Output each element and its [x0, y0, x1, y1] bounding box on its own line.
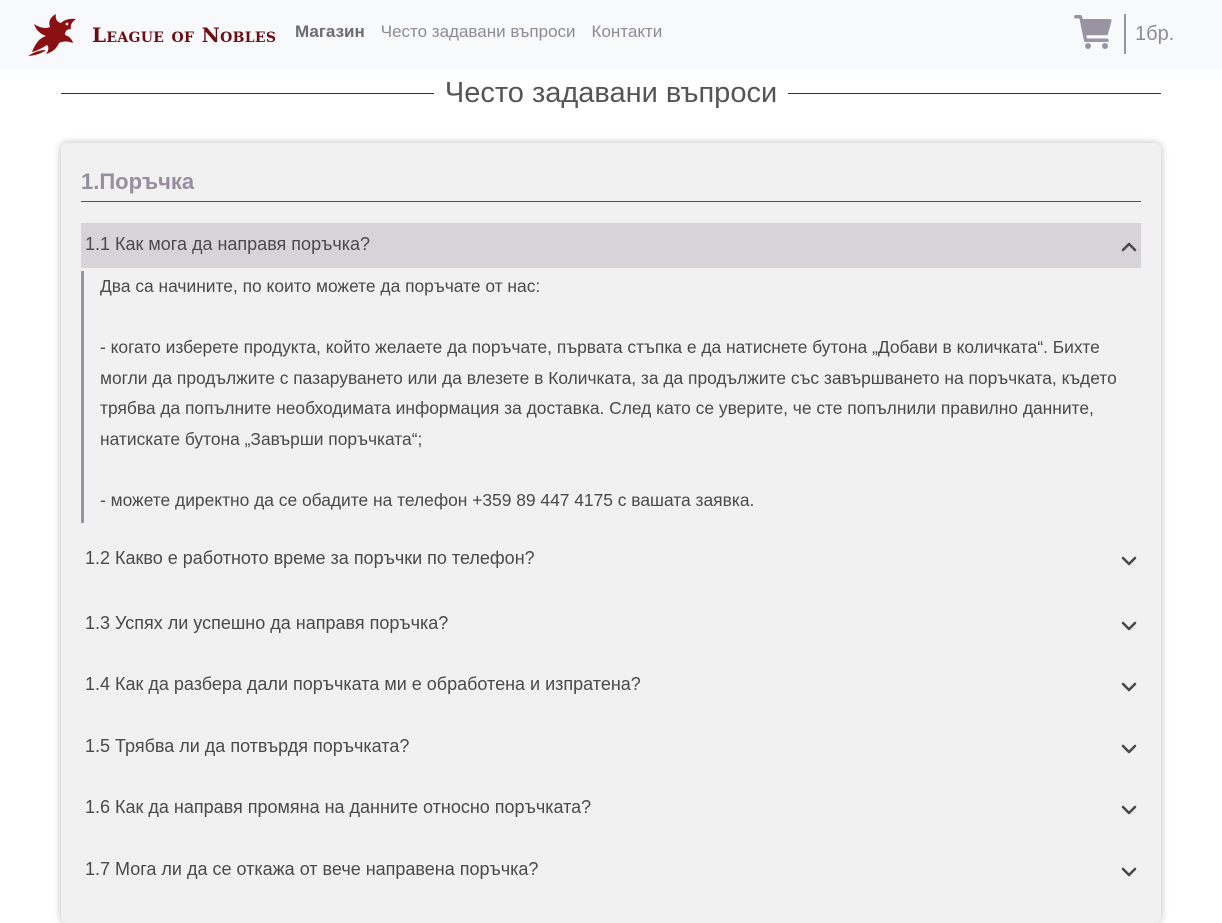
brand-link[interactable]: League of Nobles [26, 10, 276, 60]
chevron-down-icon [1121, 619, 1137, 631]
faq-question-text: 1.5 Трябва ли да потвърдя поръчката? [85, 736, 410, 756]
faq-question-text: 1.1 Как мога да направя поръчка? [85, 234, 370, 254]
chevron-down-icon [1121, 680, 1137, 692]
faq-question-1-6[interactable]: 1.6 Как да направя промяна на данните от… [81, 789, 1141, 829]
chevron-down-icon [1121, 742, 1137, 754]
chevron-up-icon [1121, 240, 1137, 252]
faq-question-text: 1.7 Мога ли да се откажа от вече направе… [85, 859, 539, 879]
faq-answer-1-1: Два са начините, по които можете да поръ… [81, 271, 1140, 523]
nav-link-shop[interactable]: Магазин [295, 22, 365, 42]
cart-divider [1124, 14, 1126, 54]
faq-question-text: 1.2 Какво е работното време за поръчки п… [85, 548, 535, 568]
cart-icon [1074, 14, 1112, 54]
answer-paragraph: - когато изберете продукта, който желает… [100, 337, 1117, 449]
chevron-down-icon [1121, 865, 1137, 877]
cart-count: 1бр. [1135, 22, 1175, 45]
faq-question-text: 1.3 Успях ли успешно да направя поръчка? [85, 613, 449, 633]
faq-question-text: 1.6 Как да направя промяна на данните от… [85, 797, 592, 817]
faq-question-1-2[interactable]: 1.2 Какво е работното време за поръчки п… [81, 540, 1141, 580]
answer-paragraph: Два са начините, по които можете да поръ… [100, 276, 541, 296]
faq-card: 1.Поръчка 1.1 Как мога да направя поръчк… [61, 143, 1161, 923]
page-title-row: Често задавани въпроси [61, 74, 1162, 112]
page-title: Често задавани въпроси [444, 76, 778, 109]
faq-question-1-5[interactable]: 1.5 Трябва ли да потвърдя поръчката? [81, 728, 1141, 768]
navbar: League of Nobles Магазин Често задавани … [0, 0, 1222, 70]
faq-question-1-7[interactable]: 1.7 Мога ли да се откажа от вече направе… [81, 851, 1141, 891]
faq-question-1-4[interactable]: 1.4 Как да разбера дали поръчката ми е о… [81, 666, 1141, 706]
section-heading: 1.Поръчка [81, 169, 1141, 202]
nav-link-faq[interactable]: Често задавани въпроси [381, 22, 576, 42]
brand-name: League of Nobles [92, 23, 277, 47]
faq-question-1-3[interactable]: 1.3 Успях ли успешно да направя поръчка? [81, 605, 1141, 645]
faq-question-text: 1.4 Как да разбера дали поръчката ми е о… [85, 674, 641, 694]
chevron-down-icon [1121, 554, 1137, 566]
nav-link-contacts[interactable]: Контакти [592, 22, 663, 42]
main-nav: Магазин Често задавани въпроси Контакти [295, 22, 662, 42]
cart-button[interactable]: 1бр. [1074, 14, 1174, 54]
title-divider-right [788, 92, 1162, 94]
answer-paragraph: - можете директно да се обадите на телеф… [100, 489, 755, 510]
title-divider-left [61, 92, 434, 94]
faq-question-1-1[interactable]: 1.1 Как мога да направя поръчка? [81, 223, 1141, 268]
dragon-logo-icon [26, 12, 78, 58]
chevron-down-icon [1121, 803, 1137, 815]
